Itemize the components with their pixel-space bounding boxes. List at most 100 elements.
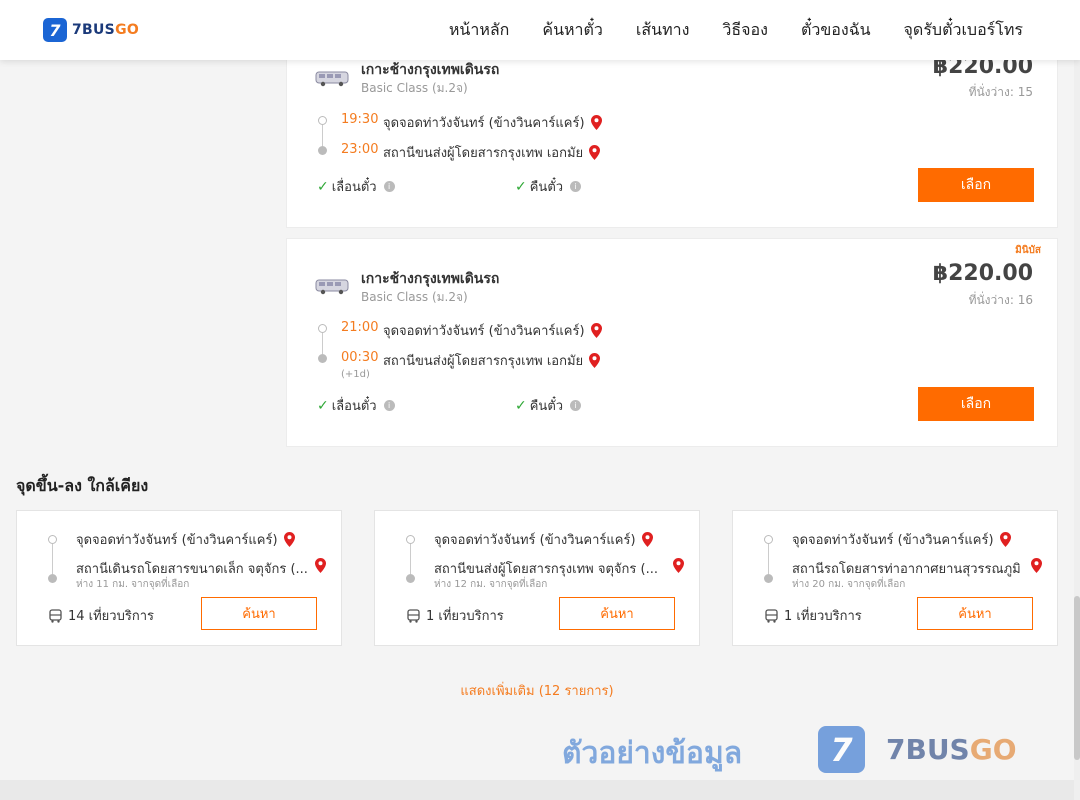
- arrival-stop: สถานีขนส่งผู้โดยสารกรุงเทพ เอกมัย: [383, 350, 601, 371]
- map-pin-icon[interactable]: [641, 532, 653, 547]
- bus-icon: [765, 608, 778, 623]
- departure-time: 21:00: [341, 320, 379, 335]
- operator-name: เกาะช้างกรุงเทพเดินรถ: [361, 271, 500, 287]
- nearby-search-button[interactable]: ค้นหา: [917, 597, 1033, 630]
- arrival-dot: [318, 146, 327, 155]
- to-dot: [764, 574, 773, 583]
- bus-class: Basic Class (ม.2จ): [361, 290, 468, 304]
- nav-home[interactable]: หน้าหลัก: [449, 18, 510, 43]
- reschedule-label: เลื่อนตั๋ว: [331, 399, 377, 414]
- nearby-from: จุดจอดท่าวังจันทร์ (ข้างวินคาร์แคร์): [76, 529, 295, 550]
- trip-card: เกาะช้างกรุงเทพเดินรถ Basic Class (ม.2จ)…: [286, 40, 1058, 228]
- nearby-to: สถานีเดินรถโดยสารขนาดเล็ก จตุจักร (...: [76, 558, 326, 579]
- nearby-distance: ห่าง 12 กม. จากจุดที่เลือก: [434, 579, 548, 590]
- nav-search-tickets[interactable]: ค้นหาตั๋ว: [542, 18, 603, 43]
- nearby-trip-count: 1 เที่ยวบริการ: [765, 605, 862, 626]
- from-dot: [406, 535, 415, 544]
- reschedule-label: เลื่อนตั๋ว: [331, 180, 377, 195]
- timeline-line: [768, 544, 769, 574]
- arrival-dot: [318, 354, 327, 363]
- refund-feature: ✓ คืนตั๋ว i: [515, 176, 582, 197]
- next-day-indicator: (+1d): [341, 369, 370, 380]
- arrival-stop-label: สถานีขนส่งผู้โดยสารกรุงเทพ เอกมัย: [383, 354, 584, 369]
- timeline-line: [322, 333, 323, 354]
- scrollbar-thumb[interactable]: [1074, 596, 1080, 760]
- nearby-stop-card: จุดจอดท่าวังจันทร์ (ข้างวินคาร์แคร์) สถา…: [732, 510, 1058, 646]
- bus-class: Basic Class (ม.2จ): [361, 81, 468, 95]
- nearby-stop-card: จุดจอดท่าวังจันทร์ (ข้างวินคาร์แคร์) สถา…: [374, 510, 700, 646]
- nearby-to-label: สถานีเดินรถโดยสารขนาดเล็ก จตุจักร (...: [76, 562, 308, 577]
- ticket-price: ฿220.00: [932, 261, 1033, 286]
- nearby-trip-count: 14 เที่ยวบริการ: [49, 605, 154, 626]
- nearby-from-label: จุดจอดท่าวังจันทร์ (ข้างวินคาร์แคร์): [434, 533, 636, 548]
- nav-my-tickets[interactable]: ตั๋วของฉัน: [801, 18, 871, 43]
- arrival-stop: สถานีขนส่งผู้โดยสารกรุงเทพ เอกมัย: [383, 142, 601, 163]
- map-pin-icon[interactable]: [283, 532, 295, 547]
- info-icon[interactable]: i: [383, 181, 395, 192]
- nav-ticket-pickup-points[interactable]: จุดรับตั๋วเบอร์โทร: [904, 18, 1023, 43]
- info-icon[interactable]: i: [570, 400, 582, 411]
- reschedule-feature: ✓ เลื่อนตั๋ว i: [317, 395, 395, 416]
- map-pin-icon[interactable]: [315, 558, 326, 573]
- nearby-stop-card: จุดจอดท่าวังจันทร์ (ข้างวินคาร์แคร์) สถา…: [16, 510, 342, 646]
- select-trip-button[interactable]: เลือก: [918, 387, 1034, 421]
- timeline-line: [322, 125, 323, 146]
- nearby-from-label: จุดจอดท่าวังจันทร์ (ข้างวินคาร์แคร์): [792, 533, 994, 548]
- refund-feature: ✓ คืนตั๋ว i: [515, 395, 582, 416]
- from-dot: [764, 535, 773, 544]
- seats-available: ที่นั่งว่าง: 15: [968, 85, 1033, 99]
- bus-icon: [49, 608, 62, 623]
- nearby-from: จุดจอดท่าวังจันทร์ (ข้างวินคาร์แคร์): [434, 529, 653, 550]
- to-dot: [406, 574, 415, 583]
- departure-dot: [318, 116, 327, 125]
- nearby-trip-count-label: 1 เที่ยวบริการ: [784, 609, 862, 624]
- arrival-stop-label: สถานีขนส่งผู้โดยสารกรุงเทพ เอกมัย: [383, 146, 584, 161]
- timeline-line: [410, 544, 411, 574]
- info-icon[interactable]: i: [383, 400, 395, 411]
- reschedule-feature: ✓ เลื่อนตั๋ว i: [317, 176, 395, 197]
- seats-available: ที่นั่งว่าง: 16: [968, 293, 1033, 307]
- operator-bus-icon: [315, 279, 349, 295]
- nearby-to-label: สถานีขนส่งผู้โดยสารกรุงเทพ จตุจักร (...: [434, 562, 658, 577]
- refund-label: คืนตั๋ว: [529, 180, 564, 195]
- map-pin-icon[interactable]: [589, 145, 601, 160]
- map-pin-icon[interactable]: [999, 532, 1011, 547]
- nearby-to: สถานีรถโดยสารท่าอากาศยานสุวรรณภูมิ: [792, 558, 1042, 579]
- nearby-to: สถานีขนส่งผู้โดยสารกรุงเทพ จตุจักร (...: [434, 558, 684, 579]
- nearby-search-button[interactable]: ค้นหา: [201, 597, 317, 630]
- site-logo[interactable]: 7 7BUSGO: [43, 18, 139, 42]
- select-trip-button[interactable]: เลือก: [918, 168, 1034, 202]
- trip-card: มินิบัส เกาะช้างกรุงเทพเดินรถ Basic Clas…: [286, 238, 1058, 447]
- map-pin-icon[interactable]: [590, 323, 602, 338]
- bus-icon: [407, 608, 420, 623]
- nearby-distance: ห่าง 11 กม. จากจุดที่เลือก: [76, 579, 190, 590]
- departure-dot: [318, 324, 327, 333]
- nearby-to-label: สถานีรถโดยสารท่าอากาศยานสุวรรณภูมิ: [792, 562, 1021, 577]
- nearby-trip-count: 1 เที่ยวบริการ: [407, 605, 504, 626]
- check-icon: ✓: [317, 178, 329, 195]
- check-icon: ✓: [515, 178, 527, 195]
- nearby-trip-count-label: 1 เที่ยวบริการ: [426, 609, 504, 624]
- operator-name: เกาะช้างกรุงเทพเดินรถ: [361, 62, 500, 78]
- nearby-trip-count-label: 14 เที่ยวบริการ: [68, 609, 154, 624]
- map-pin-icon[interactable]: [589, 353, 601, 368]
- timeline-line: [52, 544, 53, 574]
- from-dot: [48, 535, 57, 544]
- arrival-time: 23:00: [341, 142, 379, 157]
- check-icon: ✓: [515, 397, 527, 414]
- nearby-search-button[interactable]: ค้นหา: [559, 597, 675, 630]
- nav-how-to-book[interactable]: วิธีจอง: [722, 18, 768, 43]
- map-pin-icon[interactable]: [673, 558, 684, 573]
- main-nav: หน้าหลัก ค้นหาตั๋ว เส้นทาง วิธีจอง ตั๋วข…: [449, 18, 1023, 43]
- info-icon[interactable]: i: [570, 181, 582, 192]
- nav-routes[interactable]: เส้นทาง: [636, 18, 690, 43]
- map-pin-icon[interactable]: [590, 115, 602, 130]
- top-navbar: 7 7BUSGO หน้าหลัก ค้นหาตั๋ว เส้นทาง วิธี…: [0, 0, 1080, 60]
- refund-label: คืนตั๋ว: [529, 399, 564, 414]
- logo-badge-icon: 7: [43, 18, 67, 42]
- departure-stop: จุดจอดท่าวังจันทร์ (ข้างวินคาร์แคร์): [383, 320, 602, 341]
- watermark-logo-text: 7BUSGO: [886, 733, 1017, 766]
- map-pin-icon[interactable]: [1031, 558, 1042, 573]
- footer-band: [0, 780, 1080, 800]
- show-more-link[interactable]: แสดงเพิ่มเติม (12 รายการ): [0, 680, 1074, 701]
